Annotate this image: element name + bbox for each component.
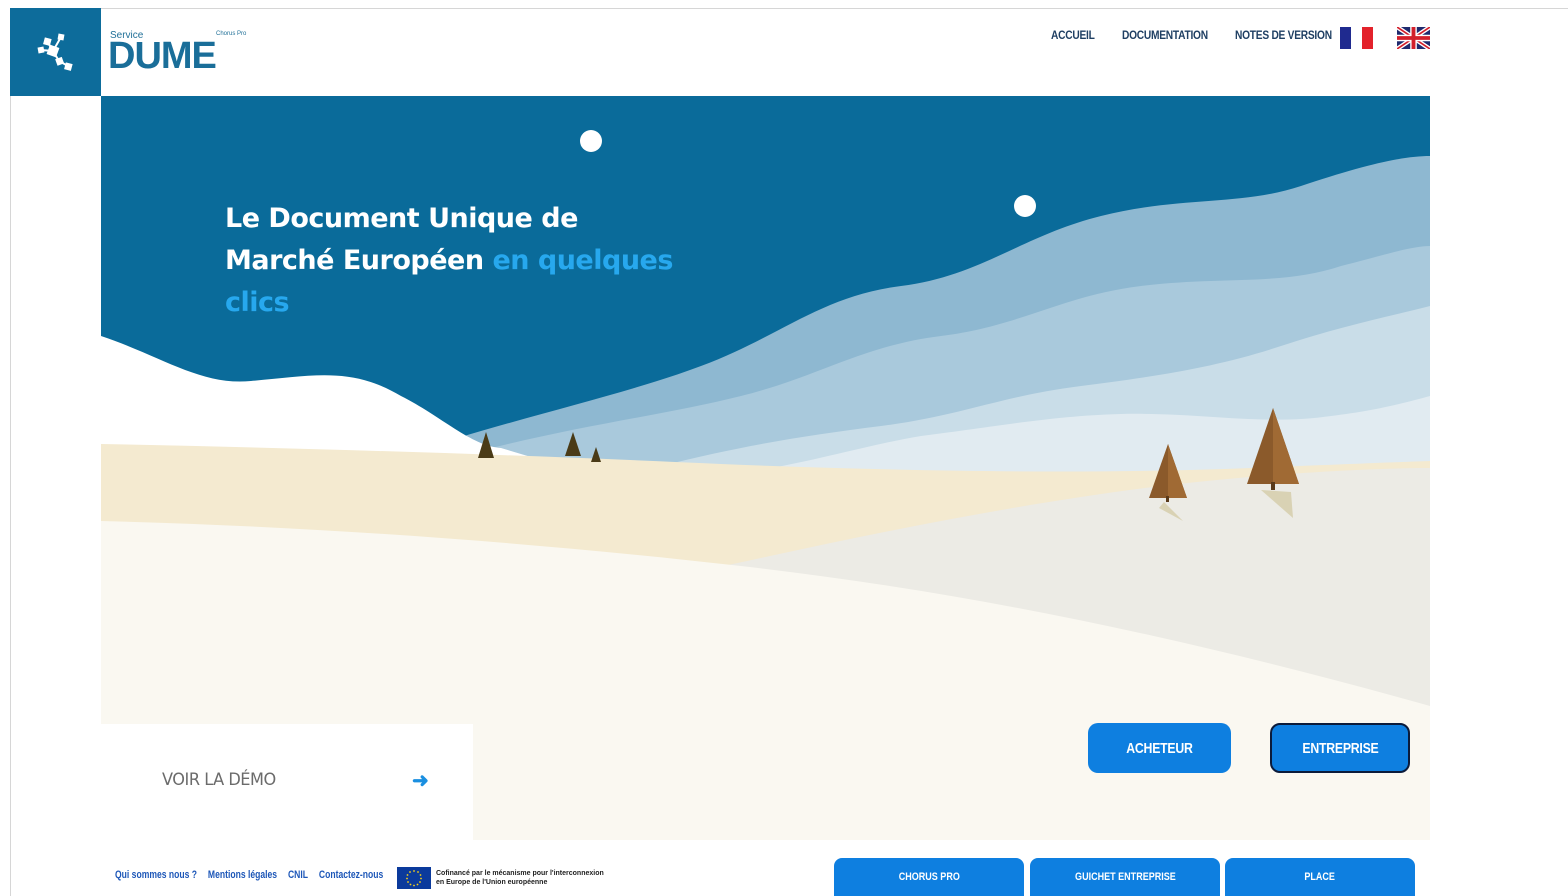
eu-funding-text: Cofinancé par le mécanisme pour l'interc… — [436, 869, 604, 887]
place-button[interactable]: PLACE — [1225, 858, 1415, 896]
footer-link-cnil[interactable]: CNIL — [288, 869, 308, 885]
moon-icon — [580, 130, 602, 152]
guichet-entreprise-label: GUICHET ENTREPRISE — [1074, 871, 1176, 883]
nav-notes-de-version[interactable]: NOTES DE VERSION — [1235, 28, 1332, 48]
footer-link-qui-sommes-nous[interactable]: Qui sommes nous ? — [115, 869, 197, 885]
brand-partner-label: Chorus Pro — [216, 31, 247, 37]
nav-documentation[interactable]: DOCUMENTATION — [1122, 28, 1208, 48]
network-logo-icon — [37, 33, 73, 71]
chorus-pro-button[interactable]: CHORUS PRO — [834, 858, 1024, 896]
hero-banner: Le Document Unique de Marché Européen en… — [101, 96, 1430, 840]
arrow-right-icon: ➜ — [412, 770, 429, 792]
chorus-pro-label: CHORUS PRO — [898, 871, 960, 883]
eu-flag-icon — [397, 867, 431, 889]
brand-logo[interactable]: Service Chorus Pro DUME — [108, 28, 268, 78]
footer-links: Qui sommes nous ? Mentions légales CNIL … — [115, 869, 394, 885]
demo-link[interactable]: VOIR LA DÉMO ➜ — [101, 724, 473, 840]
brand-name: DUME — [108, 35, 217, 77]
footer-link-contactez-nous[interactable]: Contactez-nous — [319, 869, 383, 885]
fr-flag-icon[interactable] — [1340, 27, 1373, 49]
footer-link-mentions-legales[interactable]: Mentions légales — [208, 869, 277, 885]
eu-funding-line2: en Europe de l'Union européenne — [436, 879, 548, 886]
demo-label: VOIR LA DÉMO — [162, 770, 276, 790]
uk-flag-icon[interactable] — [1395, 25, 1432, 51]
entreprise-button[interactable]: ENTREPRISE — [1270, 723, 1410, 773]
app-logo-icon[interactable] — [10, 8, 101, 96]
nav-accueil[interactable]: ACCUEIL — [1051, 28, 1095, 48]
acheteur-button[interactable]: ACHETEUR — [1088, 723, 1231, 773]
eu-funding-line1: Cofinancé par le mécanisme pour l'interc… — [436, 870, 604, 877]
guichet-entreprise-button[interactable]: GUICHET ENTREPRISE — [1030, 858, 1220, 896]
acheteur-button-label: ACHETEUR — [1126, 739, 1193, 757]
moon-icon — [1014, 195, 1036, 217]
place-label: PLACE — [1304, 871, 1336, 883]
hero-title: Le Document Unique de Marché Européen en… — [225, 198, 685, 324]
entreprise-button-label: ENTREPRISE — [1301, 739, 1379, 757]
